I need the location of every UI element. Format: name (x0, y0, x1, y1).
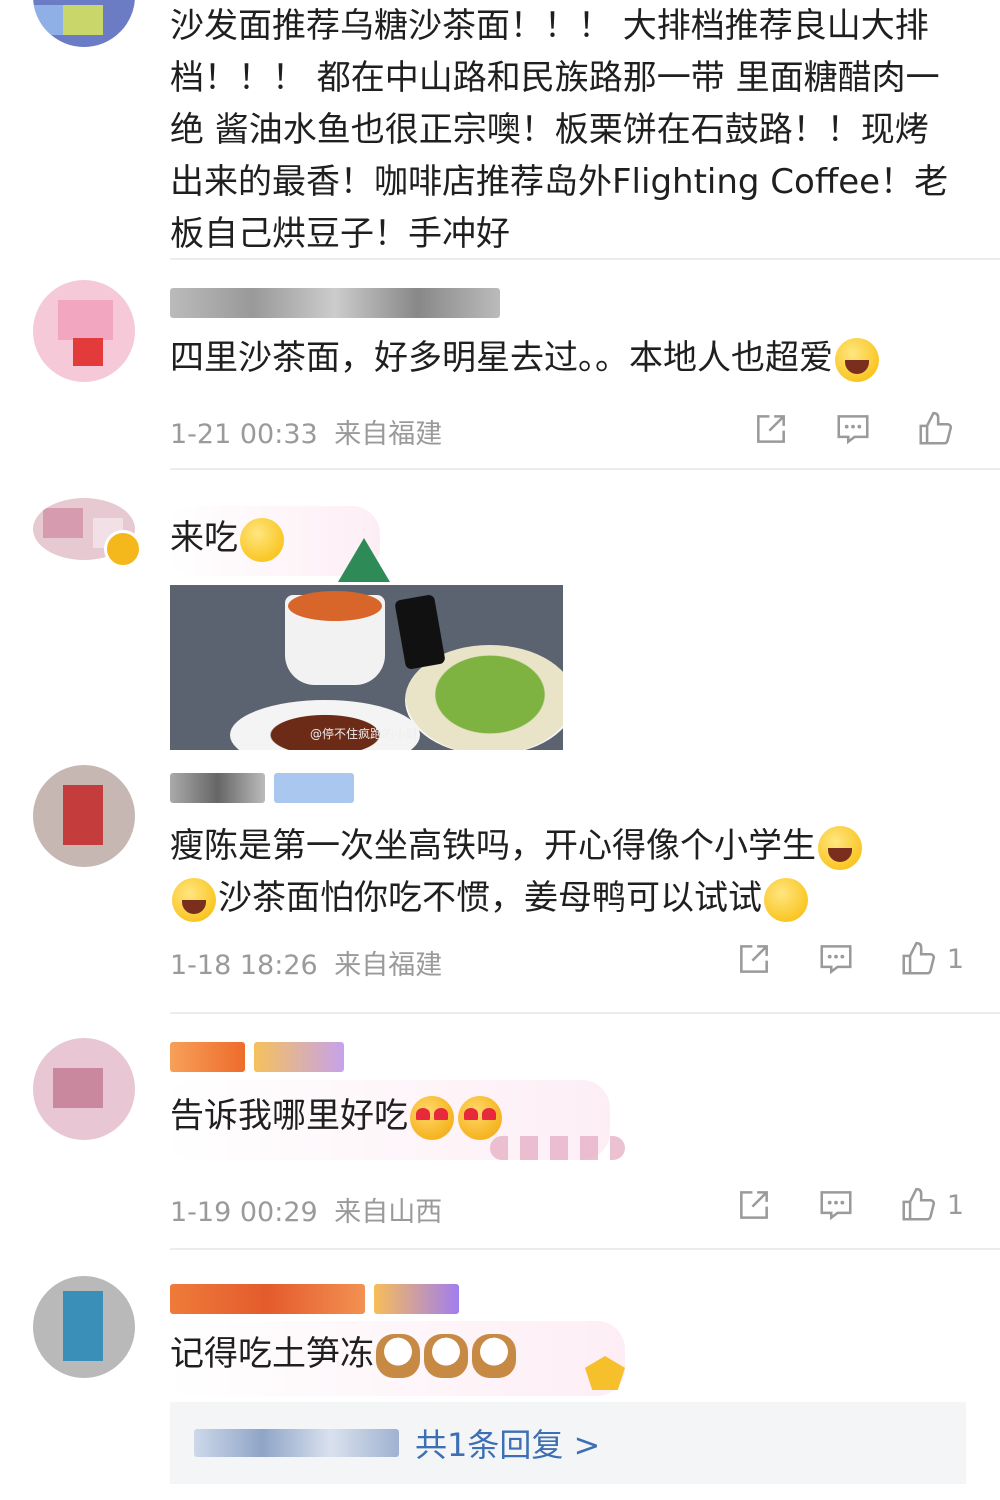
comment-meta: 1-21 00:33 来自福建 (170, 412, 442, 451)
like-button[interactable]: 1 (899, 1186, 964, 1224)
tongue-out-emoji (764, 877, 808, 922)
like-count: 1 (946, 943, 964, 975)
share-button[interactable] (735, 940, 773, 978)
timestamp: 1-18 18:26 (170, 950, 318, 981)
comment-icon (820, 1191, 852, 1221)
laughing-emoji (818, 825, 862, 870)
avatar[interactable] (33, 0, 135, 47)
comment-text-content: 来吃 (170, 518, 238, 558)
comment-icon (820, 945, 852, 975)
comment-actions: 1 (735, 1186, 964, 1224)
reply-author-blurred (194, 1429, 399, 1457)
cat-emoji (472, 1333, 516, 1378)
soup-top (288, 591, 382, 621)
share-icon (757, 415, 785, 443)
dizzy-emoji (240, 517, 284, 562)
share-button[interactable] (752, 410, 790, 448)
comment-text: 四里沙茶面，好多明星去过。。本地人也超爱 (170, 332, 960, 384)
comment-meta: 1-18 18:26 来自福建 (170, 943, 442, 982)
divider (170, 258, 1000, 260)
divider (170, 468, 1000, 470)
comment-text: 告诉我哪里好吃 (170, 1090, 960, 1142)
timestamp: 1-19 00:29 (170, 1197, 318, 1228)
thumbs-up-icon (902, 1187, 935, 1221)
avatar[interactable] (33, 1038, 135, 1140)
crying-laugh-emoji (835, 337, 879, 382)
comment-text-line1: 瘦陈是第一次坐高铁吗，开心得像个小学生 (170, 826, 816, 866)
timestamp: 1-21 00:33 (170, 419, 318, 450)
reply-button[interactable] (834, 410, 872, 448)
comment-text-content: 四里沙茶面，好多明星去过。。本地人也超爱 (170, 338, 833, 378)
username-blurred[interactable] (170, 1284, 463, 1320)
avatar[interactable] (33, 765, 135, 867)
comment-text: 记得吃土笋冻 (170, 1328, 960, 1380)
thumbs-up-icon (902, 941, 935, 975)
vip-badge-icon (104, 530, 142, 568)
username-blurred[interactable] (170, 773, 358, 809)
comment-text-content: 告诉我哪里好吃 (170, 1096, 408, 1136)
like-button[interactable] (916, 410, 964, 448)
comment-text-line2: 沙茶面怕你吃不惯，姜母鸭可以试试 (218, 878, 762, 918)
heart-eyes-emoji (458, 1095, 502, 1140)
reply-summary-bar[interactable]: 共1条回复 > (170, 1402, 966, 1484)
cat-emoji (424, 1333, 468, 1378)
location: 来自福建 (334, 950, 443, 981)
image-watermark: @停不住疯跑的小财 (310, 727, 419, 741)
avatar[interactable] (33, 280, 135, 382)
heart-eyes-emoji (410, 1095, 454, 1140)
laughing-emoji (172, 877, 216, 922)
share-icon (739, 945, 768, 973)
username-blurred[interactable] (170, 288, 504, 324)
location: 来自山西 (334, 1197, 443, 1228)
comment-icon (837, 415, 869, 445)
view-replies-link[interactable]: 共1条回复 > (415, 1420, 600, 1466)
avatar[interactable] (33, 1276, 135, 1378)
christmas-tree-decoration (338, 538, 390, 582)
comment-text: 沙发面推荐乌糖沙茶面！！！ 大排档推荐良山大排档！！！ 都在中山路和民族路那一带… (170, 6, 949, 252)
like-button[interactable]: 1 (899, 940, 964, 978)
comment-text: 瘦陈是第一次坐高铁吗，开心得像个小学生 沙茶面怕你吃不惯，姜母鸭可以试试 (170, 820, 960, 924)
divider (170, 1248, 1000, 1250)
comment-text-content: 记得吃土笋冻 (170, 1334, 374, 1374)
share-icon (739, 1191, 768, 1219)
comment-actions: 1 (735, 940, 964, 978)
divider (170, 1012, 1000, 1014)
cat-emoji (376, 1333, 420, 1378)
comment-meta: 1-19 00:29 来自山西 (170, 1190, 442, 1229)
reply-button[interactable] (817, 1186, 855, 1224)
like-count: 1 (946, 1189, 964, 1221)
reply-button[interactable] (817, 940, 855, 978)
comment-image[interactable]: @停不住疯跑的小财 (170, 585, 563, 750)
share-button[interactable] (735, 1186, 773, 1224)
heart-hands-decoration (490, 1136, 625, 1160)
username-blurred[interactable] (170, 1042, 348, 1078)
thumbs-up-icon (919, 411, 953, 445)
phone (394, 594, 446, 670)
comment-actions (752, 410, 964, 448)
location: 来自福建 (334, 419, 443, 450)
comment-text: 来吃 (170, 512, 960, 564)
